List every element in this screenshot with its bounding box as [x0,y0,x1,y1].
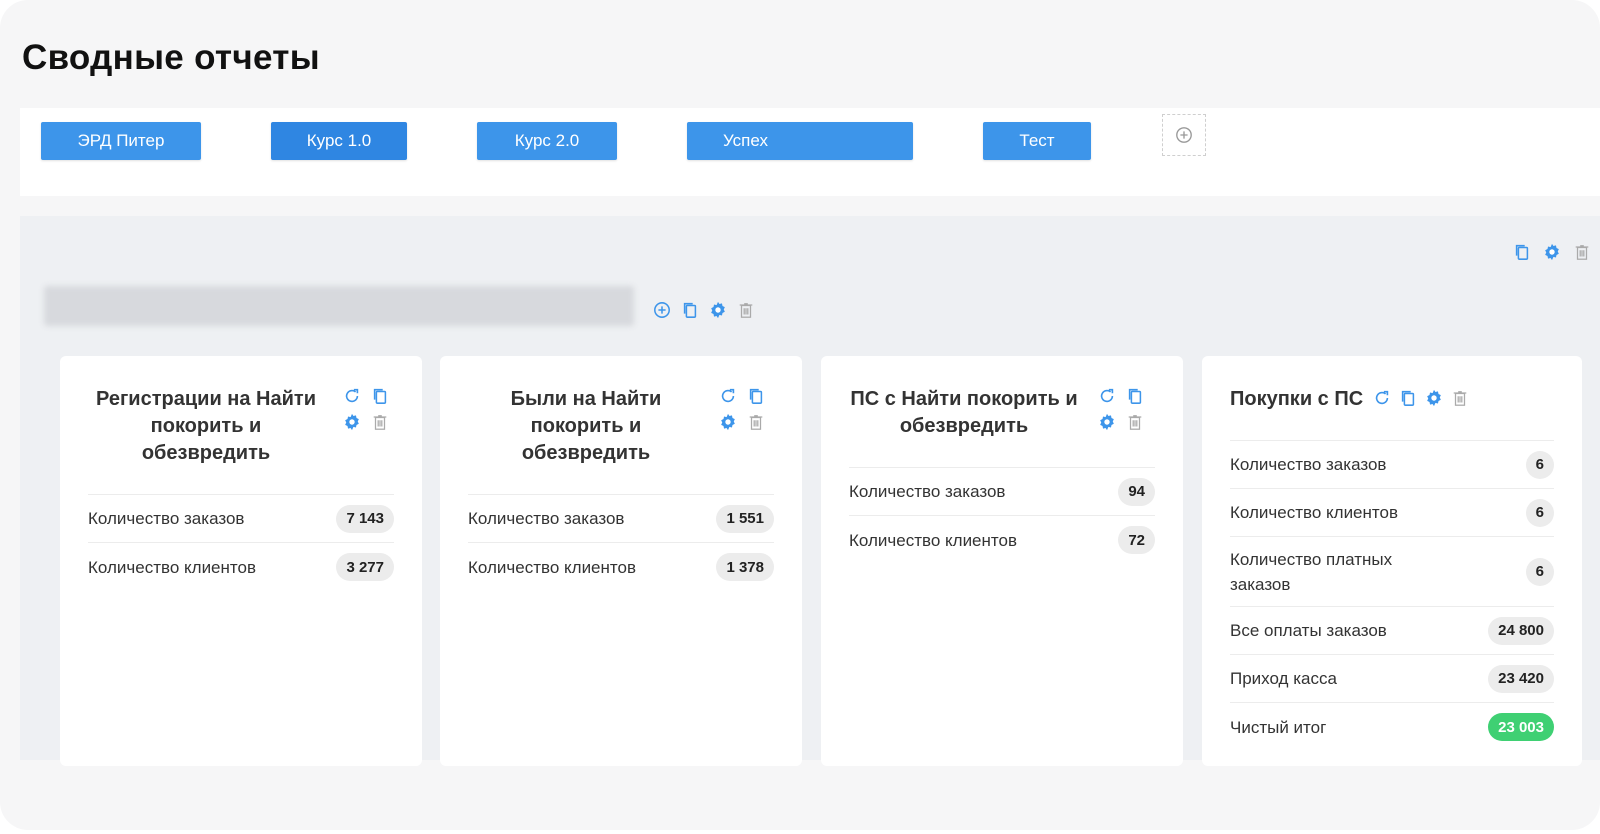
copy-icon[interactable] [370,386,390,406]
refresh-icon[interactable] [1097,386,1117,406]
metric-value-total: 23 003 [1488,713,1554,741]
metric-value: 6 [1525,557,1554,586]
metric-row: Количество клиентов 72 [849,516,1155,564]
plus-circle-icon[interactable] [652,300,672,320]
copy-icon[interactable] [1512,242,1532,262]
metric-value: 94 [1118,477,1155,506]
metric-value: 1 551 [716,504,774,533]
report-card-purchases: Покупки с ПС Количество заказов 6 Количе… [1202,356,1582,766]
trash-icon[interactable] [746,412,766,432]
page-title: Сводные отчеты [22,38,320,77]
refresh-icon[interactable] [342,386,362,406]
report-card-visited: Были на Найти покорить и обезвредить Кол… [440,356,802,766]
metric-row: Все оплаты заказов 24 800 [1230,607,1554,655]
copy-icon[interactable] [680,300,700,320]
metric-value: 6 [1525,450,1554,479]
gear-icon[interactable] [1424,388,1444,408]
copy-icon[interactable] [1398,388,1418,408]
gear-icon[interactable] [1542,242,1562,262]
copy-icon[interactable] [1125,386,1145,406]
metric-value: 6 [1525,498,1554,527]
metric-row: Количество клиентов 1 378 [468,543,774,591]
report-card-registrations: Регистрации на Найти покорить и обезвред… [60,356,422,766]
report-group-title [44,286,634,326]
workspace-toolbar [1512,242,1592,262]
trash-icon[interactable] [370,412,390,432]
tab-kurs-2[interactable]: Курс 2.0 [477,122,617,160]
report-workspace: Регистрации на Найти покорить и обезвред… [20,216,1600,766]
metric-row: Количество платных заказов 6 [1230,537,1554,607]
report-tabs: ЭРД Питер Курс 1.0 Курс 2.0 Успех Тест [20,108,1600,196]
card-toolbar [718,386,770,432]
gear-icon[interactable] [708,300,728,320]
metric-row: Приход касса 23 420 [1230,655,1554,703]
trash-icon[interactable] [1450,388,1470,408]
metric-value: 23 420 [1488,664,1554,693]
add-tab-button[interactable] [1162,114,1206,156]
metric-value: 72 [1118,526,1155,554]
trash-icon[interactable] [1572,242,1592,262]
metric-row: Количество клиентов 3 277 [88,543,394,591]
plus-circle-icon [1174,125,1194,145]
report-card-ps: ПС с Найти покорить и обезвредить Количе… [821,356,1183,766]
tab-kurs-1[interactable]: Курс 1.0 [271,122,407,160]
metric-value: 7 143 [336,504,394,533]
gear-icon[interactable] [718,412,738,432]
metric-row: Количество заказов 7 143 [88,495,394,543]
card-title: ПС с Найти покорить и обезвредить [850,388,1078,437]
card-title: Были на Найти покорить и обезвредить [510,388,662,464]
refresh-icon[interactable] [718,386,738,406]
metric-row: Количество заказов 1 551 [468,495,774,543]
metric-value: 24 800 [1488,616,1554,645]
metric-row: Чистый итог 23 003 [1230,703,1554,751]
gear-icon[interactable] [342,412,362,432]
metric-value: 1 378 [716,553,774,581]
metric-row: Количество заказов 6 [1230,441,1554,489]
copy-icon[interactable] [746,386,766,406]
card-title: Регистрации на Найти покорить и обезвред… [96,388,316,464]
refresh-icon[interactable] [1372,388,1392,408]
card-toolbar [342,386,394,432]
gear-icon[interactable] [1097,412,1117,432]
trash-icon[interactable] [736,300,756,320]
metric-row: Количество клиентов 6 [1230,489,1554,537]
tab-erd-piter[interactable]: ЭРД Питер [41,122,201,160]
card-toolbar [1097,386,1149,432]
tab-test[interactable]: Тест [983,122,1091,160]
trash-icon[interactable] [1125,412,1145,432]
app-frame: Сводные отчеты ЭРД Питер Курс 1.0 Курс 2… [0,0,1600,830]
card-title: Покупки с ПС [1230,388,1364,410]
metric-value: 3 277 [336,553,394,581]
tab-uspekh[interactable]: Успех [687,122,913,160]
group-toolbar [652,300,756,320]
card-toolbar [1372,388,1470,408]
metric-row: Количество заказов 94 [849,468,1155,516]
